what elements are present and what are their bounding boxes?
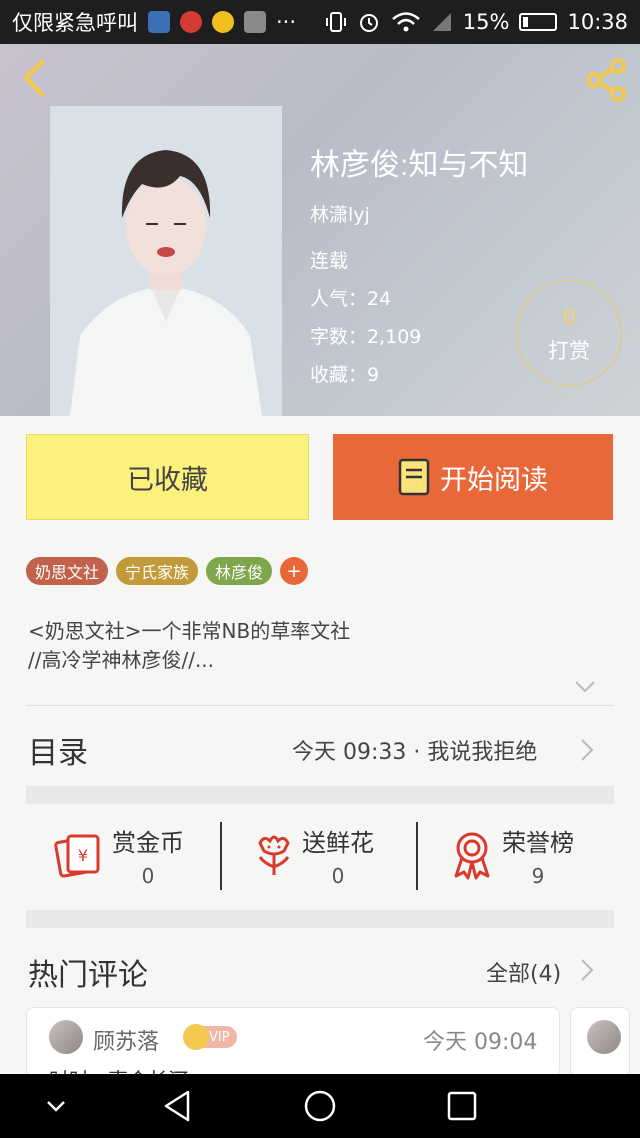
gallery-icon: [244, 11, 266, 33]
comment-author[interactable]: 顾苏落: [93, 1024, 159, 1056]
start-reading-button[interactable]: 开始阅读: [333, 434, 613, 520]
back-button[interactable]: [14, 58, 54, 98]
back-triangle-icon[interactable]: [158, 1086, 198, 1126]
divider: [416, 822, 418, 890]
tag-list: 奶思文社 宁氏家族 林彦俊 +: [26, 557, 309, 585]
home-circle-icon[interactable]: [300, 1086, 340, 1126]
toc-title[interactable]: 目录: [28, 728, 88, 772]
vip-label: VIP: [209, 1029, 230, 1045]
svg-text:¥: ¥: [78, 846, 88, 865]
cover-portrait-image: [50, 106, 282, 416]
status-bar: 仅限紧急呼叫 ··· 15% 10:38: [0, 0, 640, 44]
book-word-count: 字数：2,109: [310, 326, 422, 348]
stat-label: 赏金币: [112, 828, 184, 857]
crown-icon: [183, 1024, 209, 1050]
book-cover[interactable]: [50, 106, 282, 416]
wifi-icon: [391, 12, 420, 32]
book-popularity: 人气：24: [310, 288, 392, 310]
stat-label: 送鲜花: [302, 828, 374, 857]
app-icon: [148, 11, 170, 33]
reward-label: 打赏: [548, 339, 590, 363]
medal-icon: [454, 832, 490, 880]
book-header: 林彦俊:知与不知 林潇lyj 连载 人气：24 字数：2,109 收藏：9 0 …: [0, 44, 640, 416]
book-title: 林彦俊:知与不知: [310, 149, 529, 182]
all-comments-link[interactable]: 全部(4): [486, 956, 561, 988]
divider: [26, 705, 614, 706]
tag-item[interactable]: 奶思文社: [26, 557, 109, 585]
start-reading-label: 开始阅读: [440, 464, 548, 496]
avatar[interactable]: [49, 1020, 83, 1054]
toc-latest-chapter[interactable]: 今天 09:33 · 我说我拒绝: [292, 734, 537, 766]
tag-item[interactable]: 林彦俊: [206, 557, 273, 585]
add-tag-button[interactable]: +: [280, 557, 309, 585]
system-navigation-bar: [0, 1074, 640, 1138]
reward-count: 0: [562, 305, 576, 329]
hot-comments-title: 热门评论: [28, 958, 148, 993]
chevron-right-icon[interactable]: [580, 738, 594, 762]
section-separator: [26, 910, 614, 928]
alarm-icon: [359, 14, 378, 32]
comment-time: 今天 09:04: [423, 1030, 538, 1055]
book-favorites: 收藏：9: [310, 364, 380, 386]
book-intro[interactable]: <奶思文社>一个非常NB的草率文社 //高冷学神林彦俊//...: [28, 617, 350, 675]
stat-label: 荣誉榜: [502, 828, 574, 857]
expand-chevron-down-icon[interactable]: [574, 680, 596, 694]
book-author[interactable]: 林潇lyj: [310, 200, 370, 227]
share-button[interactable]: [580, 54, 632, 106]
comment-card[interactable]: 顾苏落 VIP 今天 09:04 时时 · 声会长河: [26, 1007, 560, 1077]
vibrate-icon: [325, 12, 346, 32]
reward-button[interactable]: 0 打赏: [516, 280, 622, 386]
favorited-button[interactable]: 已收藏: [26, 434, 309, 520]
comment-card[interactable]: [570, 1007, 630, 1077]
intro-line: <奶思文社>一个非常NB的草率文社: [28, 619, 351, 643]
netease-music-icon: [180, 11, 202, 33]
avatar[interactable]: [587, 1020, 621, 1054]
signal-icon: [432, 13, 451, 31]
section-separator: [26, 786, 614, 804]
send-flower-stat[interactable]: 送鲜花 0: [254, 822, 374, 888]
recents-square-icon[interactable]: [442, 1086, 482, 1126]
divider: [220, 822, 222, 890]
qq-icon: [212, 11, 234, 33]
battery-percent: 15%: [462, 10, 510, 34]
battery-icon: [519, 13, 558, 31]
chevron-right-icon[interactable]: [580, 958, 594, 982]
honor-list-stat[interactable]: 荣誉榜 9: [450, 822, 574, 888]
intro-line: //高冷学神林彦俊//...: [28, 648, 215, 672]
vip-badge: VIP: [183, 1024, 237, 1050]
stat-value: 9: [531, 863, 545, 888]
clock: 10:38: [567, 10, 628, 34]
red-envelope-icon: ¥: [54, 834, 100, 878]
favorited-label: 已收藏: [127, 464, 208, 496]
collapse-chevron-down-icon[interactable]: [36, 1086, 76, 1126]
more-notifications: ···: [276, 10, 297, 34]
tag-item[interactable]: 宁氏家族: [116, 557, 199, 585]
book-status: 连载: [310, 250, 349, 272]
book-icon: [398, 458, 430, 496]
stat-value: 0: [331, 863, 345, 888]
coin-reward-stat[interactable]: ¥ 赏金币 0: [54, 822, 184, 888]
flower-icon: [258, 835, 290, 875]
carrier-text: 仅限紧急呼叫: [12, 11, 138, 35]
stat-value: 0: [141, 863, 155, 888]
